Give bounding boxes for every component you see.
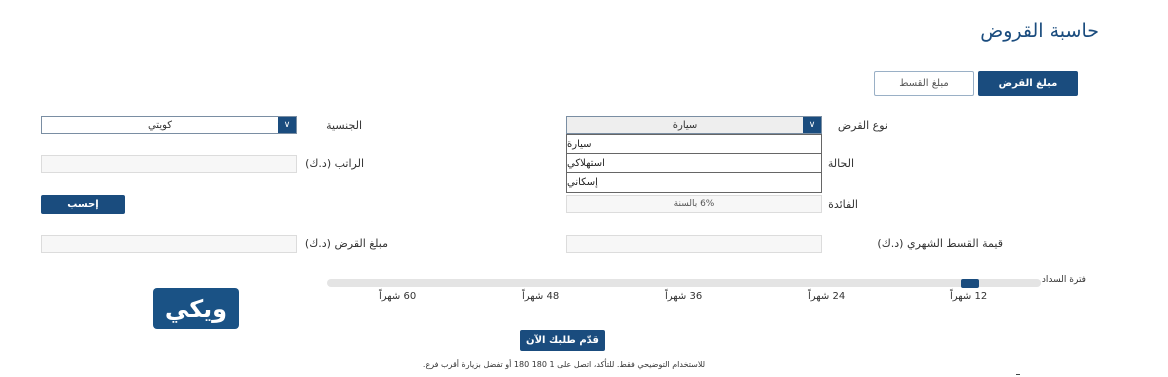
loan-type-label: نوع القرض xyxy=(837,119,888,132)
dropdown-option[interactable]: إسكاني xyxy=(567,173,821,192)
interest-field: 6% بالسنة xyxy=(566,195,822,213)
loan-type-dropdown[interactable]: سيارة استهلاكي إسكاني xyxy=(566,134,822,193)
calculate-button[interactable]: إحسب xyxy=(41,195,125,214)
loan-type-value: سيارة xyxy=(672,119,698,131)
chevron-down-icon[interactable]: ∨ xyxy=(278,117,296,133)
loan-type-select[interactable]: سيارة ∨ xyxy=(566,116,822,134)
repayment-slider-track[interactable] xyxy=(327,279,1041,287)
tab-loan-amount[interactable]: مبلغ القرض xyxy=(978,71,1078,96)
slider-tick-label: 48 شهراً xyxy=(522,291,560,302)
salary-input[interactable] xyxy=(41,155,297,173)
loan-amount-input[interactable] xyxy=(41,235,297,253)
slider-tick-label: 12 شهراً xyxy=(950,291,988,302)
monthly-installment-label: قيمة القسط الشهري (د.ك) xyxy=(877,237,1003,250)
tab-installment-amount[interactable]: مبلغ القسط xyxy=(874,71,974,96)
slider-tick-label: 60 شهراً xyxy=(379,291,417,302)
nationality-value: كويتي xyxy=(147,119,173,131)
apply-now-button[interactable]: قدّم طلبك الآن xyxy=(520,330,605,351)
nationality-label: الجنسية xyxy=(326,119,362,132)
divider xyxy=(1016,374,1020,375)
dropdown-option[interactable]: سيارة xyxy=(567,135,821,154)
salary-label: الراتب (د.ك) xyxy=(305,157,364,170)
page-title: حاسبة القروض xyxy=(980,20,1099,42)
dropdown-option[interactable]: استهلاكي xyxy=(567,154,821,173)
chevron-down-icon[interactable]: ∨ xyxy=(803,117,821,133)
disclaimer-text: للاستخدام التوضيحي فقط. للتأكد، اتصل على… xyxy=(422,360,706,369)
repayment-slider-thumb[interactable] xyxy=(961,279,979,288)
monthly-installment-input[interactable] xyxy=(566,235,822,253)
loan-amount-label: مبلغ القرض (د.ك) xyxy=(304,237,388,250)
interest-label: الفائدة xyxy=(828,198,858,211)
status-label: الحالة xyxy=(827,157,854,170)
slider-tick-label: 36 شهراً xyxy=(665,291,703,302)
nationality-select[interactable]: كويتي ∨ xyxy=(41,116,297,134)
wiki-logo: ويكي xyxy=(153,288,239,329)
logo-text: ويكي xyxy=(164,294,228,323)
slider-tick-label: 24 شهراً xyxy=(808,291,846,302)
